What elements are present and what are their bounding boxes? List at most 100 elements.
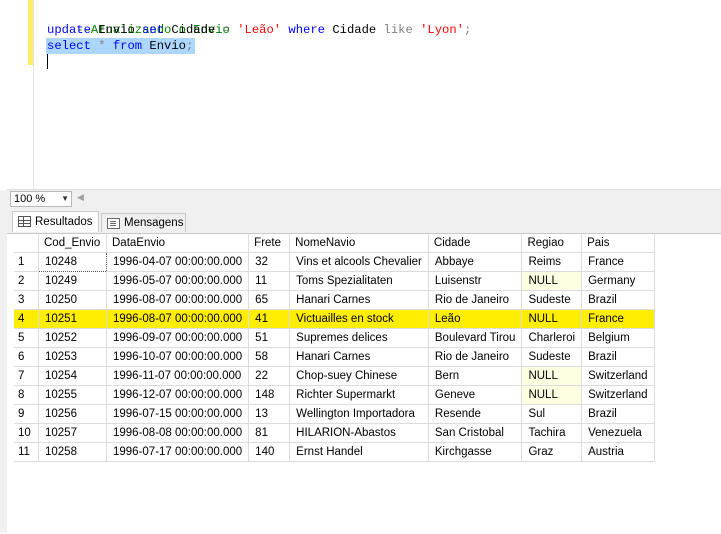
grid-cell[interactable]: Tachira [521, 423, 583, 443]
row-number-header[interactable] [14, 234, 39, 253]
grid-cell[interactable]: 10251 [38, 309, 107, 329]
grid-cell[interactable]: 1996-08-07 00:00:00.000 [106, 309, 250, 329]
grid-cell[interactable]: 1996-08-08 00:00:00.000 [106, 423, 250, 443]
grid-cell[interactable]: Brazil [581, 404, 655, 424]
grid-cell[interactable]: Sudeste [521, 290, 583, 310]
grid-cell[interactable]: Graz [521, 442, 583, 462]
row-number-cell[interactable]: 2 [14, 271, 39, 291]
table-row[interactable]: 4 10251 1996-08-07 00:00:00.000 41 Victuaill… [14, 309, 655, 329]
grid-cell[interactable]: 10250 [38, 290, 107, 310]
grid-cell[interactable]: Rio de Janeiro [428, 347, 523, 367]
column-header[interactable]: Pais [581, 234, 655, 253]
grid-cell[interactable]: 10255 [38, 385, 107, 405]
grid-cell[interactable]: 1996-10-07 00:00:00.000 [106, 347, 250, 367]
row-number-cell[interactable]: 1 [14, 252, 39, 272]
table-row[interactable]: 11 10258 1996-07-17 00:00:00.000 140 Ernst H… [14, 442, 655, 462]
grid-cell[interactable]: 1996-07-17 00:00:00.000 [106, 442, 250, 462]
row-number-cell[interactable]: 7 [14, 366, 39, 386]
table-row[interactable]: 7 10254 1996-11-07 00:00:00.000 22 Chop-suey… [14, 366, 655, 386]
grid-cell[interactable]: 65 [248, 290, 291, 310]
grid-cell[interactable]: NULL [521, 271, 583, 291]
column-header[interactable]: Frete [248, 234, 291, 253]
code-line-update[interactable]: update Envio set Cidade = 'Leão' where C… [47, 22, 471, 38]
grid-cell[interactable]: France [581, 309, 655, 329]
grid-cell[interactable]: 1996-09-07 00:00:00.000 [106, 328, 250, 348]
grid-cell[interactable]: 22 [248, 366, 291, 386]
grid-cell[interactable]: Chop-suey Chinese [289, 366, 429, 386]
code-line-comment[interactable]: --Atualizando o Envio [47, 6, 230, 37]
grid-cell[interactable]: Victuailles en stock [289, 309, 429, 329]
grid-cell[interactable]: 1996-08-07 00:00:00.000 [106, 290, 250, 310]
grid-cell[interactable]: 1996-07-15 00:00:00.000 [106, 404, 250, 424]
row-number-cell[interactable]: 3 [14, 290, 39, 310]
code-line-select[interactable]: select * from Envio; [47, 38, 193, 54]
grid-cell[interactable]: Richter Supermarkt [289, 385, 429, 405]
grid-cell[interactable]: 10258 [38, 442, 107, 462]
grid-cell[interactable]: 51 [248, 328, 291, 348]
grid-cell[interactable]: Wellington Importadora [289, 404, 429, 424]
grid-cell[interactable]: Leão [428, 309, 523, 329]
grid-cell[interactable]: Luisenstr [428, 271, 523, 291]
table-row[interactable]: 1 10248 1996-04-07 00:00:00.000 32 Vins et a… [14, 252, 655, 272]
grid-cell[interactable]: Hanari Carnes [289, 347, 429, 367]
row-number-cell[interactable]: 4 [14, 309, 39, 329]
grid-cell[interactable]: 32 [248, 252, 291, 272]
grid-cell[interactable]: Switzerland [581, 385, 655, 405]
grid-cell[interactable]: Boulevard Tirou [428, 328, 523, 348]
grid-cell[interactable]: 58 [248, 347, 291, 367]
grid-cell[interactable]: Bern [428, 366, 523, 386]
grid-cell[interactable]: Sul [521, 404, 583, 424]
grid-cell[interactable]: Brazil [581, 347, 655, 367]
tab-messages[interactable]: Mensagens [101, 213, 186, 232]
grid-cell[interactable]: 10252 [38, 328, 107, 348]
column-header[interactable]: Cidade [428, 234, 523, 253]
results-grid[interactable]: Cod_Envio DataEnvio Frete NomeNavio Cida… [14, 234, 655, 462]
query-editor[interactable]: --Atualizando o Envio update Envio set C… [0, 0, 721, 190]
table-row[interactable]: 5 10252 1996-09-07 00:00:00.000 51 Supremes … [14, 328, 655, 348]
row-number-cell[interactable]: 10 [14, 423, 39, 443]
grid-cell[interactable]: Abbaye [428, 252, 523, 272]
grid-cell[interactable]: Venezuela [581, 423, 655, 443]
scroll-left-arrow-icon[interactable]: ◀ [77, 192, 84, 203]
column-header[interactable]: DataEnvio [106, 234, 250, 253]
table-row[interactable]: 6 10253 1996-10-07 00:00:00.000 58 Hanari Ca… [14, 347, 655, 367]
grid-cell[interactable]: Resende [428, 404, 523, 424]
grid-cell[interactable]: 1996-11-07 00:00:00.000 [106, 366, 250, 386]
column-header[interactable]: NomeNavio [289, 234, 429, 253]
grid-cell[interactable]: 1996-04-07 00:00:00.000 [106, 252, 250, 272]
table-row[interactable]: 10 10257 1996-08-08 00:00:00.000 81 HILARION… [14, 423, 655, 443]
table-row[interactable]: 9 10256 1996-07-15 00:00:00.000 13 Wellingto… [14, 404, 655, 424]
grid-cell[interactable]: 148 [248, 385, 291, 405]
grid-cell[interactable]: Switzerland [581, 366, 655, 386]
table-row[interactable]: 2 10249 1996-05-07 00:00:00.000 11 Toms Spez… [14, 271, 655, 291]
row-number-cell[interactable]: 11 [14, 442, 39, 462]
grid-cell[interactable]: 10253 [38, 347, 107, 367]
grid-cell[interactable]: NULL [521, 309, 583, 329]
grid-cell[interactable]: 10254 [38, 366, 107, 386]
column-header[interactable]: Regiao [521, 234, 583, 253]
grid-cell[interactable]: Ernst Handel [289, 442, 429, 462]
grid-cell[interactable]: Supremes delices [289, 328, 429, 348]
grid-cell[interactable]: Kirchgasse [428, 442, 523, 462]
grid-cell[interactable]: Sudeste [521, 347, 583, 367]
table-row[interactable]: 8 10255 1996-12-07 00:00:00.000 148 Richter … [14, 385, 655, 405]
grid-cell[interactable]: 41 [248, 309, 291, 329]
grid-cell[interactable]: Germany [581, 271, 655, 291]
grid-cell[interactable]: Reims [521, 252, 583, 272]
grid-cell[interactable]: San Cristobal [428, 423, 523, 443]
grid-cell[interactable]: NULL [521, 366, 583, 386]
grid-cell[interactable]: 1996-05-07 00:00:00.000 [106, 271, 250, 291]
grid-cell[interactable]: Hanari Carnes [289, 290, 429, 310]
grid-cell[interactable]: France [581, 252, 655, 272]
grid-cell[interactable]: 10249 [38, 271, 107, 291]
grid-cell[interactable]: 13 [248, 404, 291, 424]
grid-cell[interactable]: Geneve [428, 385, 523, 405]
row-number-cell[interactable]: 5 [14, 328, 39, 348]
grid-cell[interactable]: 10256 [38, 404, 107, 424]
row-number-cell[interactable]: 9 [14, 404, 39, 424]
grid-cell[interactable]: Belgium [581, 328, 655, 348]
table-row[interactable]: 3 10250 1996-08-07 00:00:00.000 65 Hanari Ca… [14, 290, 655, 310]
grid-cell[interactable]: 10248 [38, 252, 107, 272]
grid-cell[interactable]: 10257 [38, 423, 107, 443]
grid-cell[interactable]: 81 [248, 423, 291, 443]
